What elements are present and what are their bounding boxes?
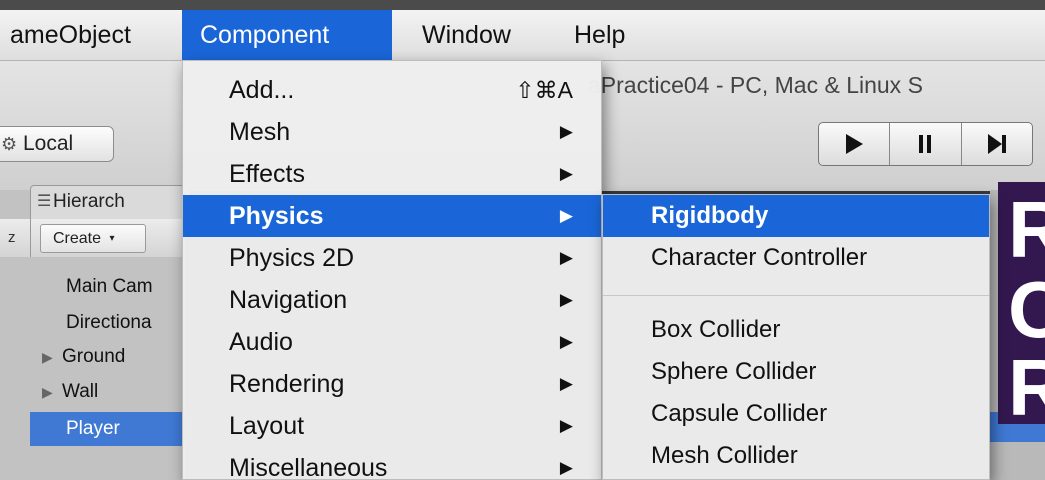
pause-button[interactable] [890,123,962,165]
step-icon [987,134,1006,154]
play-controls [818,122,1033,166]
submenu-item-rigidbody[interactable]: Rigidbody [603,195,989,237]
left-panel-edge: z [0,219,31,257]
submenu-item-mesh-collider[interactable]: Mesh Collider [603,435,989,477]
menu-component[interactable]: Component [182,10,392,60]
menu-item-audio[interactable]: Audio ▶ [183,321,601,363]
submenu-arrow-icon: ▶ [559,164,573,183]
submenu-item-label: Rigidbody [651,202,769,229]
submenu-arrow-icon: ▶ [559,206,573,225]
expand-arrow-icon[interactable]: ▶ [42,340,53,374]
submenu-item-character-controller[interactable]: Character Controller [603,237,989,279]
expand-arrow-icon[interactable]: ▶ [42,375,53,409]
local-icon: ⚙ [1,134,18,154]
menu-gameobject[interactable]: ameObject [0,10,149,60]
top-strip [0,0,1045,10]
pause-icon [919,135,932,153]
menu-item-label: Mesh [229,118,291,146]
menu-window[interactable]: Window [404,10,529,60]
pivot-local-button[interactable]: ⚙ Local [0,126,114,162]
menu-item-mesh[interactable]: Mesh ▶ [183,111,601,153]
submenu-item-label: Sphere Collider [651,358,817,385]
dropdown-arrow-icon: ▾ [109,233,115,244]
local-label: Local [23,132,74,155]
menu-item-label: Add... [229,76,295,104]
submenu-arrow-icon: ▶ [559,374,573,393]
menu-item-physics[interactable]: Physics ▶ [183,195,601,237]
hierarchy-item-label: Wall [62,381,99,402]
hierarchy-item-directional-light[interactable]: Directiona [0,306,185,340]
tab-hierarchy[interactable]: ☰ Hierarch [30,185,190,219]
menu-item-label: Miscellaneous [229,454,388,480]
submenu-arrow-icon: ▶ [559,458,573,477]
menu-item-label: Audio [229,328,293,356]
submenu-item-label: Mesh Collider [651,442,798,469]
submenu-arrow-icon: ▶ [559,290,573,309]
overlay-letter: R [1008,343,1045,432]
menu-item-label: Navigation [229,286,348,314]
hierarchy-list-icon: ☰ [37,193,52,210]
menu-item-physics-2d[interactable]: Physics 2D ▶ [183,237,601,279]
menu-help[interactable]: Help [556,10,643,60]
menu-item-label: Layout [229,412,305,440]
hierarchy-item-wall[interactable]: ▶ Wall [0,375,185,409]
menu-item-label: Rendering [229,370,345,398]
create-button[interactable]: Create ▾ [40,224,146,253]
submenu-item-label: Box Collider [651,316,781,343]
submenu-arrow-icon: ▶ [559,248,573,267]
menu-item-rendering[interactable]: Rendering ▶ [183,363,601,405]
step-button[interactable] [962,123,1032,165]
menu-item-label: Effects [229,160,305,188]
shortcut-label: ⇧⌘A [515,77,573,103]
menu-item-navigation[interactable]: Navigation ▶ [183,279,601,321]
hierarchy-item-label: Directiona [66,312,152,333]
hierarchy-item-label: Main Cam [66,276,153,297]
submenu-arrow-icon: ▶ [559,416,573,435]
component-menu: Add... ⇧⌘A Mesh ▶ Effects ▶ Physics ▶ Ph… [182,60,602,480]
hierarchy-item-label: Ground [62,346,126,367]
overlay-letter: R [1008,185,1045,274]
submenu-arrow-icon: ▶ [559,332,573,351]
hierarchy-tab-label: Hierarch [53,191,125,212]
submenu-arrow-icon: ▶ [559,122,573,141]
hierarchy-item-player[interactable]: Player [30,412,185,446]
submenu-item-sphere-collider[interactable]: Sphere Collider [603,351,989,393]
submenu-item-label: Capsule Collider [651,400,828,427]
left-edge-label: z [8,229,16,246]
submenu-item-capsule-collider[interactable]: Capsule Collider [603,393,989,435]
create-label: Create [53,230,102,247]
hierarchy-item-label: Player [66,418,120,439]
play-icon [846,134,864,154]
menubar: ameObject Component Window Help [0,10,1045,61]
submenu-item-box-collider[interactable]: Box Collider [603,309,989,351]
submenu-item-label: Character Controller [651,244,868,271]
menu-separator [603,295,989,296]
hierarchy-item-ground[interactable]: ▶ Ground [0,340,185,374]
menu-item-label: Physics 2D [229,244,355,272]
hierarchy-item-main-camera[interactable]: Main Cam [0,270,185,304]
menu-item-add[interactable]: Add... ⇧⌘A [183,69,601,111]
menu-item-label: Physics [229,202,324,230]
menu-item-miscellaneous[interactable]: Miscellaneous ▶ [183,447,601,480]
menu-item-layout[interactable]: Layout ▶ [183,405,601,447]
window-title: aPractice04 - PC, Mac & Linux S [588,72,923,98]
menu-item-effects[interactable]: Effects ▶ [183,153,601,195]
play-button[interactable] [819,123,891,165]
overlay-caption-box: R C R [998,182,1045,428]
overlay-letter: C [1008,265,1045,354]
physics-submenu: Rigidbody Character Controller Box Colli… [602,194,990,480]
